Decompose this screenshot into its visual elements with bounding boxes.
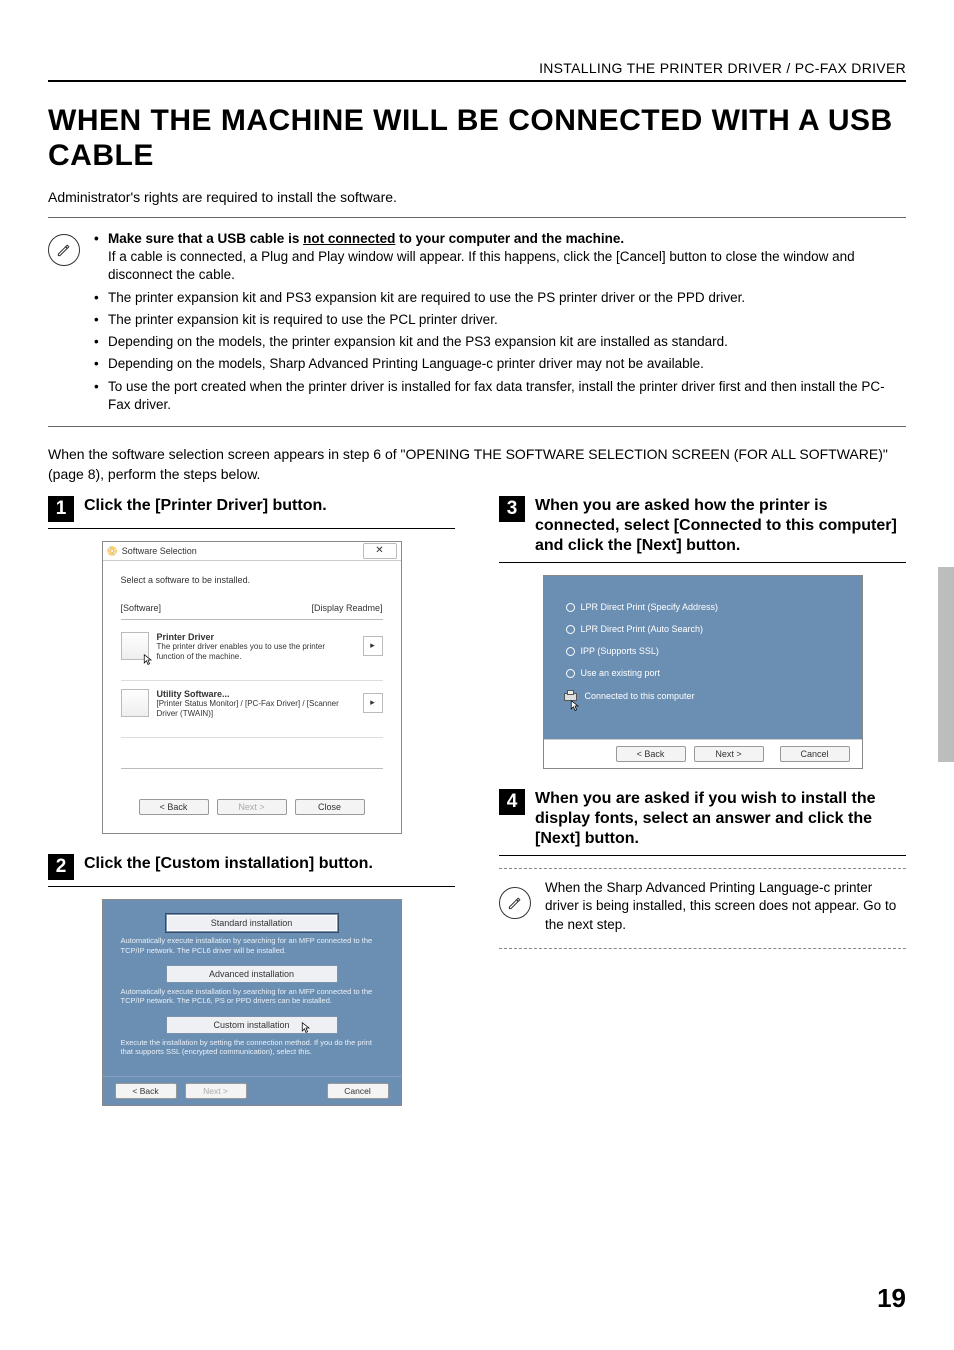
cancel-button[interactable]: Cancel: [327, 1083, 389, 1099]
radio-icon: [566, 603, 575, 612]
note-box: Make sure that a USB cable is not connec…: [48, 217, 906, 427]
running-header: INSTALLING THE PRINTER DRIVER / PC-FAX D…: [48, 60, 906, 76]
software-selection-dialog: 📀 Software Selection ✕ Select a software…: [102, 541, 402, 834]
note-bullet: The printer expansion kit and PS3 expans…: [94, 289, 898, 307]
note-bullet: To use the port created when the printer…: [94, 378, 898, 414]
step-1: 1 Click the [Printer Driver] button. 📀 S…: [48, 496, 455, 834]
item-desc: [Printer Status Monitor] / [PC-Fax Drive…: [157, 699, 355, 718]
back-button[interactable]: < Back: [616, 746, 686, 762]
step-2: 2 Click the [Custom installation] button…: [48, 854, 455, 1106]
radio-label: LPR Direct Print (Auto Search): [581, 624, 704, 634]
dialog-titlebar: 📀 Software Selection ✕: [103, 542, 401, 561]
radio-lpr-specify[interactable]: LPR Direct Print (Specify Address): [566, 602, 840, 612]
radio-label: Connected to this computer: [585, 691, 695, 701]
go-icon[interactable]: ▸: [363, 636, 383, 656]
step-title: Click the [Custom installation] button.: [84, 854, 373, 874]
radio-lpr-auto[interactable]: LPR Direct Print (Auto Search): [566, 624, 840, 634]
custom-installation-button[interactable]: Custom installation: [166, 1016, 338, 1034]
radio-connected-to-this-computer[interactable]: Connected to this computer: [566, 690, 840, 701]
cursor-icon: [301, 1022, 311, 1034]
note-bold-pre: Make sure that a USB cable is: [108, 231, 303, 246]
inline-note-text: When the Sharp Advanced Printing Languag…: [545, 879, 902, 934]
installation-type-dialog: Standard installation Automatically exec…: [102, 899, 402, 1106]
option-desc: Automatically execute installation by se…: [121, 936, 383, 955]
pencil-icon: [56, 242, 72, 258]
note-bold-underline: not connected: [303, 231, 395, 246]
radio-icon: [566, 669, 575, 678]
custom-installation-option: Custom installation Execute the installa…: [121, 1016, 383, 1057]
radio-existing-port[interactable]: Use an existing port: [566, 668, 840, 678]
note-bullet: Depending on the models, the printer exp…: [94, 333, 898, 351]
option-desc: Execute the installation by setting the …: [121, 1038, 383, 1057]
step-number: 4: [499, 789, 525, 815]
note-first-bullet: Make sure that a USB cable is not connec…: [94, 230, 898, 285]
option-desc: Automatically execute installation by se…: [121, 987, 383, 1006]
advanced-installation-option: Advanced installation Automatically exec…: [121, 965, 383, 1006]
step-title: Click the [Printer Driver] button.: [84, 496, 327, 516]
item-name: Utility Software...: [157, 689, 230, 699]
note-bullet: Depending on the models, Sharp Advanced …: [94, 355, 898, 373]
dialog-title: Software Selection: [122, 546, 197, 556]
page-title: WHEN THE MACHINE WILL BE CONNECTED WITH …: [48, 104, 906, 173]
note-icon: [499, 887, 531, 919]
standard-installation-option: Standard installation Automatically exec…: [121, 914, 383, 955]
utility-software-icon: [121, 689, 149, 717]
pencil-icon: [507, 895, 523, 911]
note-icon: [48, 234, 80, 266]
dialog-subtitle: Select a software to be installed.: [121, 575, 383, 585]
next-button[interactable]: Next >: [694, 746, 764, 762]
step-4: 4 When you are asked if you wish to inst…: [499, 789, 906, 949]
radio-label: IPP (Supports SSL): [581, 646, 659, 656]
installer-icon: 📀: [107, 546, 118, 557]
cursor-icon: [570, 700, 580, 712]
advanced-installation-button[interactable]: Advanced installation: [166, 965, 338, 983]
radio-label: Use an existing port: [581, 668, 661, 678]
radio-ipp[interactable]: IPP (Supports SSL): [566, 646, 840, 656]
close-icon[interactable]: ✕: [363, 543, 397, 559]
connection-method-dialog: LPR Direct Print (Specify Address) LPR D…: [543, 575, 863, 769]
intro-text: Administrator's rights are required to i…: [48, 189, 906, 205]
utility-software-item[interactable]: Utility Software... [Printer Status Moni…: [121, 681, 383, 738]
step-number: 3: [499, 496, 525, 522]
step-title: When you are asked if you wish to instal…: [535, 789, 906, 849]
note-first-sub: If a cable is connected, a Plug and Play…: [108, 248, 898, 284]
note-bullet: The printer expansion kit is required to…: [94, 311, 898, 329]
next-button[interactable]: Next >: [217, 799, 287, 815]
cursor-icon: [143, 654, 153, 666]
item-desc: The printer driver enables you to use th…: [157, 642, 355, 661]
radio-icon: [566, 647, 575, 656]
next-button[interactable]: Next >: [185, 1083, 247, 1099]
standard-installation-button[interactable]: Standard installation: [166, 914, 338, 932]
back-button[interactable]: < Back: [115, 1083, 177, 1099]
step-3: 3 When you are asked how the printer is …: [499, 496, 906, 769]
inline-note: When the Sharp Advanced Printing Languag…: [499, 868, 906, 949]
display-readme-tab[interactable]: [Display Readme]: [311, 603, 382, 613]
step-number: 2: [48, 854, 74, 880]
running-header-rule: [48, 80, 906, 82]
printer-driver-item[interactable]: Printer Driver The printer driver enable…: [121, 624, 383, 681]
radio-label: LPR Direct Print (Specify Address): [581, 602, 719, 612]
section-side-tab: [938, 567, 954, 762]
go-icon[interactable]: ▸: [363, 693, 383, 713]
note-bold-post: to your computer and the machine.: [395, 231, 624, 246]
page-number: 19: [877, 1283, 906, 1314]
radio-icon: [566, 625, 575, 634]
step-title: When you are asked how the printer is co…: [535, 496, 906, 556]
close-button[interactable]: Close: [295, 799, 365, 815]
step-number: 1: [48, 496, 74, 522]
item-name: Printer Driver: [157, 632, 215, 642]
lead-in-text: When the software selection screen appea…: [48, 445, 906, 484]
back-button[interactable]: < Back: [139, 799, 209, 815]
software-tab[interactable]: [Software]: [121, 603, 162, 613]
cancel-button[interactable]: Cancel: [780, 746, 850, 762]
